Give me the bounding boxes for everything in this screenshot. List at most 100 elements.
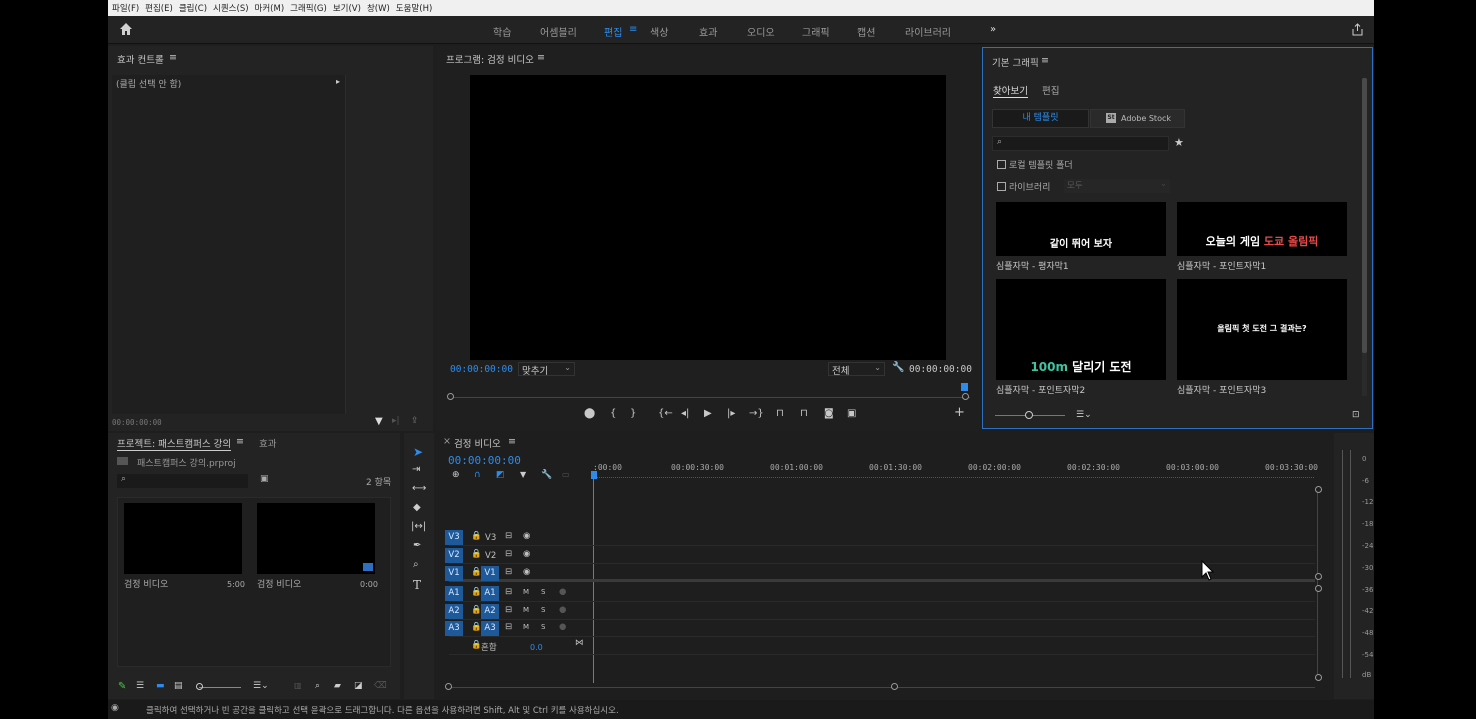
menu-window[interactable]: 창(W) [367, 2, 390, 14]
adobe-stock-tab[interactable]: St Adobe Stock [1090, 109, 1185, 128]
panel-menu-icon[interactable]: ≡ [1041, 55, 1049, 66]
zoom-slider-handle[interactable] [196, 683, 203, 690]
filter-icon[interactable]: ▼ [375, 416, 383, 427]
vertical-scrollbar[interactable] [1317, 489, 1318, 678]
mute-button[interactable]: M [523, 623, 529, 631]
scrub-bar[interactable] [450, 397, 970, 398]
track-select-tool-icon[interactable]: ⇥ [412, 464, 420, 475]
tab-edit[interactable]: 편집 [1042, 83, 1059, 97]
menu-view[interactable]: 보기(V) [333, 2, 361, 14]
template-thumbnail-1[interactable]: 같이 뛰어 보자 [996, 202, 1166, 256]
eye-icon[interactable]: ◉ [523, 531, 530, 541]
pencil-icon[interactable]: ✎ [118, 681, 126, 692]
share-icon[interactable] [1351, 23, 1364, 36]
trash-icon[interactable]: ⌫ [374, 681, 387, 691]
track-target-a2[interactable]: A2 [481, 604, 499, 619]
scroll-handle[interactable] [1315, 674, 1322, 681]
pen-tool-icon[interactable]: ✒ [413, 540, 421, 551]
list-view-icon[interactable]: ☰ [136, 681, 144, 691]
new-item-icon[interactable]: ⊡ [1352, 410, 1360, 420]
mark-in-icon[interactable]: { [610, 408, 616, 419]
sort-icon[interactable]: ☰⌄ [253, 681, 269, 691]
solo-button[interactable]: S [541, 606, 545, 614]
insert-nest-icon[interactable]: ⊕ [452, 470, 460, 480]
sync-lock-icon[interactable]: ⊟ [505, 622, 512, 632]
local-templates-checkbox[interactable] [997, 160, 1006, 169]
home-icon[interactable] [119, 22, 133, 36]
lock-icon[interactable]: 🔒 [471, 622, 482, 632]
track-source-a2[interactable]: A2 [445, 604, 463, 619]
project-item-name-1[interactable]: 검정 비디오 [124, 577, 168, 590]
menu-edit[interactable]: 편집(E) [145, 2, 173, 14]
track-row-v3[interactable]: V3 🔒 V3 ⊟ ◉ [445, 529, 1315, 546]
freeform-view-icon[interactable]: ▤ [174, 681, 183, 691]
template-search-input[interactable]: ⌕ [992, 136, 1169, 151]
close-icon[interactable]: × [443, 436, 451, 447]
essential-graphics-title[interactable]: 기본 그래픽 [992, 55, 1039, 69]
play-only-audio-icon[interactable]: ▸| [392, 416, 400, 426]
track-target-v1[interactable]: V1 [481, 566, 499, 581]
track-source-v1[interactable]: V1 [445, 566, 463, 581]
workspace-audio[interactable]: 오디오 [747, 24, 775, 39]
snap-icon[interactable]: ∩ [474, 470, 481, 480]
workspace-libraries[interactable]: 라이브러리 [905, 24, 951, 39]
sync-lock-icon[interactable]: ⊟ [505, 567, 512, 577]
playhead-marker[interactable] [961, 383, 968, 391]
eye-icon[interactable]: ◉ [523, 567, 530, 577]
panel-menu-icon[interactable]: ≡ [236, 436, 244, 447]
workspace-captions[interactable]: 캡션 [857, 24, 875, 39]
sync-lock-icon[interactable]: ⊟ [505, 549, 512, 559]
libraries-checkbox[interactable] [997, 182, 1006, 191]
template-thumbnail-3[interactable]: 100m 달리기 도전 [996, 279, 1166, 380]
track-target-v3[interactable]: V3 [445, 530, 463, 545]
fit-dropdown[interactable]: 맞추기 ⌄ [518, 362, 575, 377]
marker-icon[interactable]: ⬤ [584, 408, 595, 419]
extract-icon[interactable]: ⊓ [800, 408, 808, 419]
track-target-a1[interactable]: A1 [481, 586, 499, 601]
scroll-handle[interactable] [1315, 573, 1322, 580]
slip-tool-icon[interactable]: |↔| [411, 521, 426, 532]
workspace-graphics[interactable]: 그래픽 [802, 24, 830, 39]
expand-arrow-icon[interactable]: ▸ [336, 77, 340, 86]
wrench-icon[interactable]: 🔧 [892, 362, 904, 373]
workspace-learn[interactable]: 학습 [493, 24, 511, 39]
lock-icon[interactable]: 🔒 [471, 531, 482, 541]
menu-help[interactable]: 도움말(H) [396, 2, 432, 14]
solo-button[interactable]: S [541, 588, 545, 596]
libraries-select[interactable]: 모두 ⌄ [1064, 179, 1170, 193]
automate-icon[interactable]: ▥ [294, 681, 302, 690]
track-row-a1[interactable]: A1 🔒 A1 ⊟ M S ● [445, 585, 1315, 602]
menu-sequence[interactable]: 시퀀스(S) [213, 2, 249, 14]
add-button-icon[interactable]: + [954, 405, 965, 420]
lock-icon[interactable]: 🔒 [471, 605, 482, 615]
panel-menu-icon[interactable]: ≡ [537, 52, 545, 63]
mute-button[interactable]: M [523, 606, 529, 614]
menu-file[interactable]: 파일(F) [112, 2, 139, 14]
captions-icon[interactable]: ▭ [562, 470, 570, 479]
quality-dropdown[interactable]: 전체 ⌄ [828, 362, 885, 377]
slider-handle[interactable] [1025, 411, 1033, 419]
horizontal-scrollbar[interactable] [449, 687, 1315, 688]
mute-button[interactable]: M [523, 588, 529, 596]
program-title[interactable]: 프로그램: 검정 비디오 [446, 52, 534, 66]
tab-browse[interactable]: 찾아보기 [993, 83, 1028, 98]
scroll-handle[interactable] [1315, 486, 1322, 493]
scrollbar-track[interactable] [1362, 78, 1367, 396]
step-forward-icon[interactable]: |▸ [727, 408, 735, 419]
add-marker-icon[interactable]: ▼ [520, 470, 526, 479]
step-back-icon[interactable]: ◂| [681, 408, 689, 419]
sort-icon[interactable]: ☰⌄ [1076, 410, 1092, 420]
go-to-in-icon[interactable]: {← [658, 408, 673, 419]
scroll-handle[interactable] [1315, 585, 1322, 592]
zoom-tool-icon[interactable]: ⌕ [413, 559, 419, 570]
workspace-more[interactable]: » [990, 24, 996, 35]
track-row-a2[interactable]: A2 🔒 A2 ⊟ M S ● [445, 603, 1315, 620]
lock-icon[interactable]: 🔒 [471, 640, 482, 650]
zoom-slider[interactable] [199, 687, 241, 688]
solo-button[interactable]: S [541, 623, 545, 631]
timeline-ruler[interactable] [592, 477, 1314, 482]
razor-tool-icon[interactable]: ◆ [413, 502, 421, 513]
project-search-input[interactable]: ⌕ [117, 474, 248, 488]
scroll-handle[interactable] [891, 683, 898, 690]
workspace-edit[interactable]: 편집 [604, 24, 622, 39]
